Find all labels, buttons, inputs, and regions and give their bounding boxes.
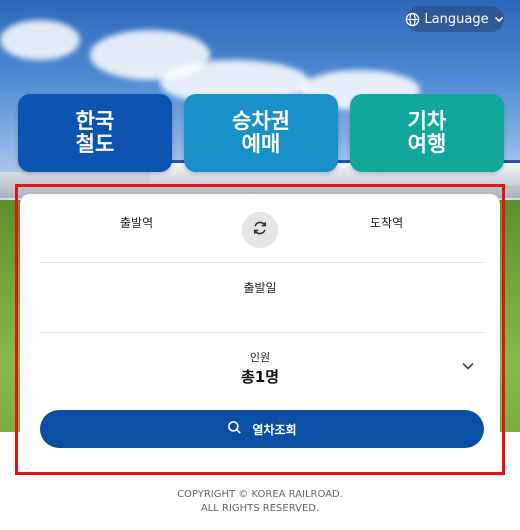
booking-card: 출발역 도착역 출발일 인원 총1명 열차조회: [20, 194, 500, 472]
tile-text-line1: 한국: [75, 109, 115, 133]
arrival-station-field[interactable]: 도착역: [370, 214, 403, 231]
language-label: Language: [424, 11, 489, 27]
nav-tile-ticket-booking[interactable]: 승차권 예매: [184, 94, 338, 172]
language-button[interactable]: Language: [406, 6, 504, 32]
tile-text-line1: 기차: [407, 109, 447, 133]
divider: [40, 262, 484, 263]
tile-text-line2: 예매: [241, 132, 281, 156]
search-trains-button[interactable]: 열차조회: [40, 410, 484, 448]
swap-arrows-icon: [251, 219, 269, 241]
tile-text-line2: 철도: [75, 132, 115, 156]
tile-text-line2: 여행: [407, 132, 447, 156]
copyright-line1: COPYRIGHT © KOREA RAILROAD.: [177, 489, 343, 500]
nav-tile-korea-rail[interactable]: 한국 철도: [18, 94, 172, 172]
copyright-line2: ALL RIGHTS RESERVED.: [200, 503, 320, 514]
tile-text-line1: 승차권: [232, 109, 290, 133]
departure-date-field[interactable]: 출발일: [20, 279, 500, 296]
divider: [40, 332, 484, 333]
departure-station-field[interactable]: 출발역: [120, 214, 153, 231]
search-icon: [227, 420, 242, 438]
nav-tile-train-travel[interactable]: 기차 여행: [350, 94, 504, 172]
search-button-label: 열차조회: [252, 422, 297, 437]
footer: COPYRIGHT © KOREA RAILROAD. ALL RIGHTS R…: [0, 488, 520, 516]
globe-icon: [405, 12, 420, 27]
passengers-label: 인원: [249, 351, 271, 364]
swap-stations-button[interactable]: [242, 212, 278, 248]
chevron-down-icon: [493, 13, 505, 25]
passengers-value[interactable]: 총1명: [20, 366, 500, 387]
cloud: [0, 20, 80, 60]
chevron-down-icon[interactable]: [460, 358, 476, 378]
